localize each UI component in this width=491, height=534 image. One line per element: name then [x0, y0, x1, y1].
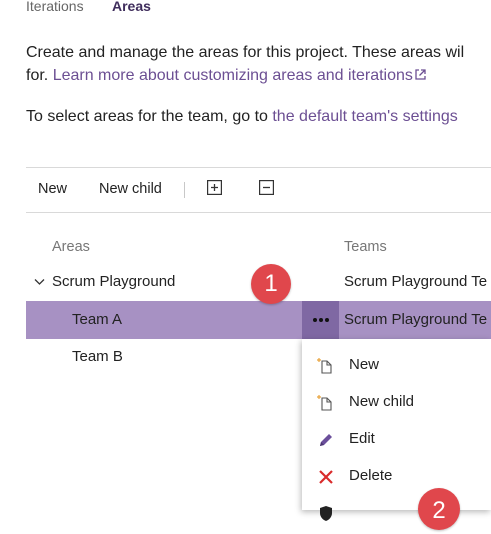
tree-row-label[interactable]: Team B [72, 348, 123, 365]
menu-item-new-child[interactable]: New child [302, 385, 491, 421]
description-line-3: To select areas for the team, go to the … [26, 108, 458, 126]
context-menu: New New child Edit Delete [302, 339, 491, 521]
external-link-icon [415, 69, 426, 80]
menu-item-edit[interactable]: Edit [302, 422, 491, 458]
chevron-down-icon[interactable] [34, 278, 45, 286]
toolbar-bottom-divider [26, 212, 491, 213]
tab-areas[interactable]: Areas [112, 0, 151, 14]
team-settings-prefix: To select areas for the team, go to [26, 108, 273, 125]
more-actions-button[interactable] [302, 301, 339, 339]
close-icon [319, 470, 333, 484]
ellipsis-dot [319, 318, 323, 322]
menu-item-label: New child [349, 393, 415, 410]
menu-item-label: New [349, 356, 380, 373]
tab-iterations[interactable]: Iterations [26, 0, 84, 14]
new-button[interactable]: New [38, 181, 67, 197]
toolbar-top-divider [26, 167, 491, 168]
menu-item-label: Delete [349, 467, 393, 484]
toolbar-separator [184, 182, 185, 198]
team-settings-link[interactable]: the default team's settings [272, 108, 457, 125]
menu-item-label: Edit [349, 430, 375, 447]
callout-badge: 1 [251, 264, 291, 304]
collapse-all-icon[interactable] [259, 180, 274, 195]
description-line-1: Create and manage the areas for this pro… [26, 44, 465, 61]
description-prefix: for. [26, 67, 53, 84]
new-child-document-icon [317, 395, 332, 411]
learn-more-link[interactable]: Learn more about customizing areas and i… [53, 67, 413, 84]
menu-item-partial[interactable] [302, 496, 491, 532]
ellipsis-dot [325, 318, 329, 322]
menu-item-new[interactable]: New [302, 348, 491, 384]
shield-icon [320, 506, 332, 521]
ellipsis-icon [313, 318, 317, 322]
tree-row-label[interactable]: Scrum Playground [52, 273, 175, 290]
tree-row-team: Scrum Playground Te [344, 273, 488, 290]
column-header-areas[interactable]: Areas [52, 239, 90, 255]
description-line-2: for. Learn more about customizing areas … [26, 67, 426, 85]
tree-row-team: Scrum Playground Te [344, 311, 488, 328]
new-child-button[interactable]: New child [99, 181, 162, 197]
menu-item-delete[interactable]: Delete [302, 459, 491, 495]
column-header-teams[interactable]: Teams [344, 239, 387, 255]
callout-badge: 2 [418, 488, 460, 530]
expand-all-icon[interactable] [207, 180, 222, 195]
pencil-icon [320, 434, 332, 446]
new-document-icon [317, 358, 332, 374]
tree-row-label[interactable]: Team A [72, 311, 122, 328]
